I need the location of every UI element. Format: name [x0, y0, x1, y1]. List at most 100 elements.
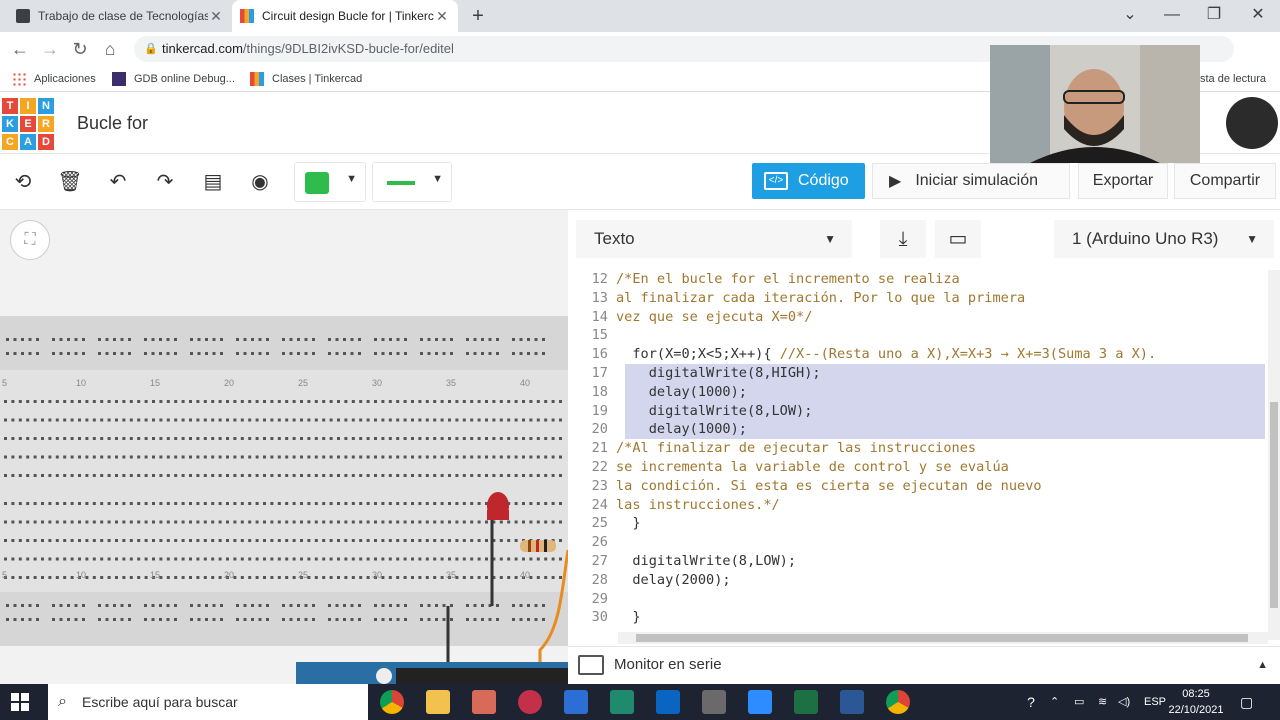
calendar-icon[interactable] — [564, 690, 588, 714]
color-picker[interactable]: ▼ — [294, 162, 366, 202]
browser-tab-classroom[interactable]: Trabajo de clase de Tecnologías ✕ — [8, 0, 232, 32]
input-language[interactable]: ESP — [1144, 684, 1166, 720]
bookmark-apps[interactable]: Aplicaciones — [12, 70, 96, 88]
tab-title: Trabajo de clase de Tecnologías — [38, 9, 208, 23]
code-icon: </> — [764, 172, 788, 190]
bookmark-label: Aplicaciones — [34, 73, 96, 85]
app-icon[interactable] — [518, 690, 542, 714]
app-icon[interactable] — [472, 690, 496, 714]
arduino-mount-hole — [376, 668, 392, 684]
code-text: digitalWrite(8,HIGH); — [616, 364, 821, 383]
file-explorer-icon[interactable] — [426, 690, 450, 714]
windows-taskbar: ⌕ Escribe aquí para buscar ? ⌃ ▭ ≋ ◁) ES… — [0, 684, 1280, 720]
design-title[interactable]: Bucle for — [77, 113, 148, 134]
code-text: delay(2000); — [616, 571, 731, 590]
bookmark-tinkercad[interactable]: Clases | Tinkercad — [250, 70, 362, 88]
redo-icon[interactable]: ↷ — [150, 168, 180, 196]
chrome-active-icon[interactable] — [886, 690, 910, 714]
code-comment: al finalizar cada iteración. Por lo que … — [616, 289, 1026, 306]
logo-letter: C — [2, 134, 18, 150]
excel-icon[interactable] — [794, 690, 818, 714]
code-line: 13 al finalizar cada iteración. Por lo qu… — [568, 289, 1268, 308]
code-line: 25 } — [568, 514, 1268, 533]
line-number: 22 — [591, 459, 608, 475]
code-text: } — [616, 608, 640, 627]
code-text: for(X=0;X<5;X++){ //X--(Resta uno a X),X… — [616, 345, 1156, 364]
bookmark-label: Clases | Tinkercad — [272, 73, 363, 85]
tinkercad-icon — [240, 9, 254, 23]
search-icon: ⌕ — [58, 693, 67, 710]
line-number: 16 — [591, 346, 608, 363]
back-icon[interactable]: ← — [8, 37, 32, 61]
outlook-icon[interactable] — [656, 690, 680, 714]
taskbar-search-input[interactable]: ⌕ Escribe aquí para buscar — [48, 684, 368, 720]
profile-menu-icon[interactable]: ⌄ — [1110, 0, 1150, 32]
horizontal-scrollbar[interactable] — [618, 632, 1268, 644]
battery-icon[interactable]: ▭ — [1074, 684, 1084, 720]
notifications-icon[interactable]: ▢ — [1240, 684, 1253, 720]
line-number: 25 — [591, 515, 608, 532]
tray-chevron-icon[interactable]: ⌃ — [1050, 684, 1059, 720]
volume-icon[interactable]: ◁) — [1118, 684, 1130, 720]
vertical-scrollbar[interactable] — [1268, 270, 1280, 640]
chevron-down-icon: ▼ — [824, 232, 836, 246]
forward-icon[interactable]: → — [38, 37, 62, 61]
visibility-icon[interactable]: ◉ — [245, 168, 275, 196]
home-icon[interactable]: ⌂ — [98, 37, 122, 61]
code-line: 26 — [568, 533, 1268, 552]
screen: Trabajo de clase de Tecnologías ✕ Circui… — [0, 0, 1280, 720]
export-button[interactable]: Exportar — [1078, 163, 1168, 199]
code-line: 18 delay(1000); — [568, 382, 1268, 402]
maximize-icon[interactable]: ❐ — [1194, 0, 1234, 32]
wire-style-icon — [387, 181, 415, 185]
scroll-thumb[interactable] — [636, 634, 1248, 642]
board-select[interactable]: 1 (Arduino Uno R3) ▼ — [1054, 220, 1274, 258]
notes-icon[interactable]: ▤ — [198, 168, 228, 196]
undo-icon[interactable]: ↶ — [103, 168, 133, 196]
word-icon[interactable] — [840, 690, 864, 714]
serial-monitor-toggle[interactable]: Monitor en serie ▲ — [568, 646, 1280, 684]
classroom-icon — [16, 9, 30, 23]
serial-monitor-label: Monitor en serie — [614, 656, 722, 673]
library-icon[interactable]: ▭ — [935, 220, 981, 258]
reload-icon[interactable]: ↻ — [68, 37, 92, 61]
logo-letter: R — [38, 116, 54, 132]
download-icon[interactable]: ⤓ — [880, 220, 926, 258]
close-tab-icon[interactable]: ✕ — [434, 8, 450, 25]
code-line: 30 } — [568, 608, 1268, 627]
circuit-canvas[interactable]: ⛶ 5 5 10 10 15 15 20 20 25 25 30 30 35 35 40 40 — [0, 210, 568, 684]
close-window-icon[interactable]: ✕ — [1238, 0, 1278, 32]
start-simulation-button[interactable]: ▶ Iniciar simulación — [872, 163, 1070, 199]
chrome-icon[interactable] — [380, 690, 404, 714]
windows-start-icon[interactable] — [10, 692, 30, 712]
code-line: 24 las instrucciones.*/ — [568, 496, 1268, 515]
browser-tab-tinkercad[interactable]: Circuit design Bucle for | Tinkercad ✕ — [232, 0, 458, 32]
scroll-thumb[interactable] — [1270, 402, 1278, 608]
user-avatar[interactable] — [1226, 97, 1278, 149]
taskbar-clock[interactable]: 08:25 22/10/2021 — [1166, 686, 1226, 718]
code-line: 15 — [568, 326, 1268, 345]
code-button[interactable]: </> Código — [752, 163, 865, 199]
code-mode-select[interactable]: Texto ▼ — [576, 220, 852, 258]
code-text: digitalWrite(8,LOW); — [616, 402, 813, 421]
close-tab-icon[interactable]: ✕ — [208, 8, 224, 25]
app-icon[interactable] — [610, 690, 634, 714]
rotate-icon[interactable]: ⟲ — [8, 168, 38, 196]
help-icon[interactable]: ? — [1020, 684, 1042, 720]
code-statement: delay(2000); — [616, 571, 731, 588]
wire-type-picker[interactable]: ▼ — [372, 162, 452, 202]
wifi-icon[interactable]: ≋ — [1098, 684, 1107, 720]
line-number: 17 — [591, 365, 608, 381]
minimize-icon[interactable]: — — [1152, 0, 1192, 32]
reading-list[interactable]: sta de lectura — [1200, 70, 1266, 88]
trash-icon[interactable]: 🗑 — [55, 168, 85, 196]
zoom-icon[interactable] — [748, 690, 772, 714]
new-tab-button[interactable]: + — [466, 4, 490, 28]
code-editor[interactable]: 12 /*En el bucle for el incremento se rea… — [568, 270, 1268, 640]
bookmark-gdb[interactable]: GDB online Debug... — [112, 70, 235, 88]
calculator-icon[interactable] — [702, 690, 726, 714]
code-line: 27 digitalWrite(8,LOW); — [568, 552, 1268, 571]
tinkercad-logo[interactable]: TIN KER CAD — [2, 98, 54, 150]
code-line: 14 vez que se ejecuta X=0*/ — [568, 308, 1268, 327]
share-button[interactable]: Compartir — [1174, 163, 1276, 199]
